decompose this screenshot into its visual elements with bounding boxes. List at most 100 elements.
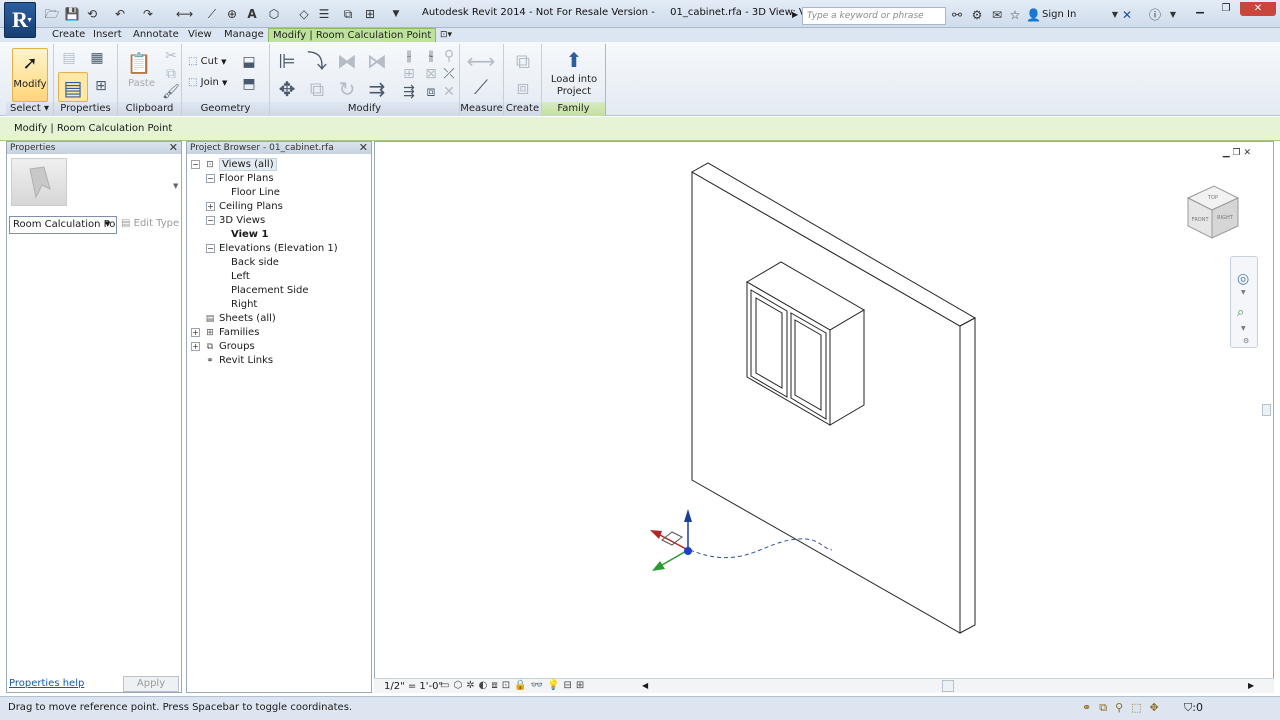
family-types-icon[interactable]: ▦: [86, 48, 108, 68]
aligned-dimension-icon[interactable]: ⟋: [466, 72, 496, 102]
tab-view[interactable]: View: [184, 28, 216, 42]
minimize-button[interactable]: ▁: [1188, 2, 1212, 16]
tab-manage[interactable]: Manage: [220, 28, 268, 42]
trim-single-icon[interactable]: ⇶: [398, 82, 420, 102]
visual-style-icon[interactable]: ⬡: [453, 680, 466, 691]
tree-item[interactable]: View 1: [191, 228, 369, 242]
zoom-region-icon[interactable]: ⌕: [1237, 305, 1244, 320]
hscroll-left-icon[interactable]: ◀: [642, 681, 648, 690]
tab-modify-room-calculation-point[interactable]: Modify | Room Calculation Point: [268, 28, 437, 42]
cut-geometry-button[interactable]: ⬚ Cut ▼: [188, 56, 226, 67]
tree-item[interactable]: + ⧉ Groups: [191, 340, 369, 354]
tree-item[interactable]: − ⊡ Views (all): [191, 158, 369, 172]
navbar-options-icon[interactable]: ⚙: [1243, 337, 1249, 345]
binoculars-icon[interactable]: ⚯: [950, 8, 964, 22]
collapse-icon[interactable]: −: [206, 243, 215, 253]
tree-item[interactable]: −3D Views: [191, 214, 369, 228]
view-scale[interactable]: 1/2" = 1'-0": [384, 681, 443, 692]
tree-item[interactable]: ▤ Sheets (all): [191, 312, 369, 326]
tree-item[interactable]: Left: [191, 270, 369, 284]
dimension-icon[interactable]: ⟋: [204, 6, 220, 22]
communication-icon[interactable]: ✉: [990, 8, 1004, 22]
split-face-icon[interactable]: ⬒: [238, 74, 260, 94]
show-crop-icon[interactable]: ⊡: [502, 680, 514, 691]
tree-item[interactable]: ⚭ Revit Links: [191, 354, 369, 368]
filter-button[interactable]: ⛉:0: [1184, 701, 1203, 715]
search-input[interactable]: Type a keyword or phrase: [802, 7, 946, 25]
sync-icon[interactable]: ⟲: [84, 6, 100, 22]
exchange-icon[interactable]: ✕: [1120, 8, 1134, 22]
text-icon[interactable]: A: [244, 6, 260, 22]
section-icon[interactable]: ◇: [296, 6, 312, 22]
wall-joins-icon[interactable]: ⬓: [238, 52, 260, 72]
trim-extend-icon[interactable]: ⇉: [362, 74, 392, 104]
select-links-icon[interactable]: ⚭: [1082, 701, 1099, 714]
highlight-displacement-icon[interactable]: ⊞: [576, 680, 588, 691]
tab-annotate[interactable]: Annotate: [129, 28, 183, 42]
steering-dropdown-icon[interactable]: ▼: [1241, 289, 1246, 296]
tree-item[interactable]: Back side: [191, 256, 369, 270]
search-expand-icon[interactable]: ▶: [792, 10, 798, 19]
analytical-model-icon[interactable]: ⊟: [563, 680, 575, 691]
help-dropdown-icon[interactable]: ▼: [1166, 8, 1180, 22]
help-icon[interactable]: ⓘ: [1148, 8, 1162, 22]
tree-item[interactable]: − Floor Plans: [191, 172, 369, 186]
ribbon-minimize-icon[interactable]: ⊡▾: [436, 28, 456, 42]
move-icon[interactable]: ✥: [272, 74, 302, 104]
tree-item[interactable]: Floor Line: [191, 186, 369, 200]
select-pinned-icon[interactable]: ⚲: [1115, 701, 1131, 714]
horizontal-scroll-thumb[interactable]: [942, 680, 954, 692]
select-by-face-icon[interactable]: ⬚: [1131, 701, 1149, 714]
crop-view-icon[interactable]: ⧈: [491, 680, 501, 691]
reveal-hidden-icon[interactable]: 💡: [547, 680, 563, 691]
zoom-dropdown-icon[interactable]: ▼: [1241, 325, 1246, 332]
thin-lines-icon[interactable]: ☰: [316, 6, 332, 22]
family-category-icon[interactable]: ⊞: [90, 76, 112, 96]
3d-view-icon[interactable]: ⬡: [266, 6, 282, 22]
qat-dropdown-icon[interactable]: ▼: [388, 6, 404, 22]
favorites-star-icon[interactable]: ☆: [1008, 8, 1022, 22]
join-geometry-button[interactable]: ⬚ Join ▼: [188, 77, 227, 88]
shadows-icon[interactable]: ◐: [479, 680, 492, 691]
collapse-icon[interactable]: −: [206, 173, 215, 183]
close-hidden-icon[interactable]: ⧉: [340, 6, 356, 22]
tree-item[interactable]: Right: [191, 298, 369, 312]
viewcube[interactable]: TOP FRONT RIGHT: [1184, 184, 1242, 242]
tab-insert[interactable]: Insert: [89, 28, 126, 42]
collapse-icon[interactable]: −: [206, 215, 215, 225]
type-filter-dropdown-icon[interactable]: ▼: [105, 220, 110, 228]
collapse-icon[interactable]: −: [191, 159, 200, 169]
steering-wheel-icon[interactable]: ◎: [1237, 271, 1249, 287]
select-underlay-icon[interactable]: ⧉: [1099, 701, 1115, 714]
sun-path-icon[interactable]: ✲: [466, 680, 478, 691]
maximize-button[interactable]: ❐: [1214, 2, 1238, 16]
measure-icon[interactable]: ⟷: [176, 6, 193, 22]
tree-item[interactable]: + ⊞ Families: [191, 326, 369, 340]
tag-icon[interactable]: ⊕: [224, 6, 240, 22]
save-icon[interactable]: 💾: [64, 6, 80, 22]
split-element-icon[interactable]: ⫲: [398, 46, 420, 66]
application-menu-button[interactable]: R ▼: [4, 2, 36, 38]
switch-windows-icon[interactable]: ⊞: [362, 6, 378, 22]
select-panel-label[interactable]: Select ▾: [6, 102, 53, 116]
detail-level-icon[interactable]: ▭: [440, 680, 453, 691]
expand-icon[interactable]: +: [206, 201, 215, 211]
project-browser-close-icon[interactable]: ✕: [359, 142, 368, 154]
temp-hide-icon[interactable]: 👓: [531, 680, 547, 691]
close-button[interactable]: ✕: [1240, 2, 1276, 16]
unpin-icon[interactable]: ⤫: [438, 64, 460, 84]
align-icon[interactable]: ⊫: [272, 46, 302, 76]
match-properties-icon[interactable]: 🖌: [160, 82, 182, 102]
tree-item[interactable]: Placement Side: [191, 284, 369, 298]
lock-view-icon[interactable]: 🔒: [514, 680, 530, 691]
offset-icon[interactable]: ⤵: [302, 46, 332, 76]
tree-item[interactable]: − Elevations (Elevation 1): [191, 242, 369, 256]
load-into-project-button[interactable]: ⬆ Load into Project: [546, 46, 602, 100]
undo-icon[interactable]: ↶: [112, 6, 128, 22]
drag-elements-icon[interactable]: ✥: [1150, 701, 1167, 714]
properties-close-icon[interactable]: ✕: [169, 142, 178, 154]
user-icon[interactable]: 👤: [1026, 8, 1041, 22]
tree-item[interactable]: + Ceiling Plans: [191, 200, 369, 214]
subscription-icon[interactable]: ⚙: [970, 8, 984, 22]
expand-icon[interactable]: +: [191, 341, 200, 351]
